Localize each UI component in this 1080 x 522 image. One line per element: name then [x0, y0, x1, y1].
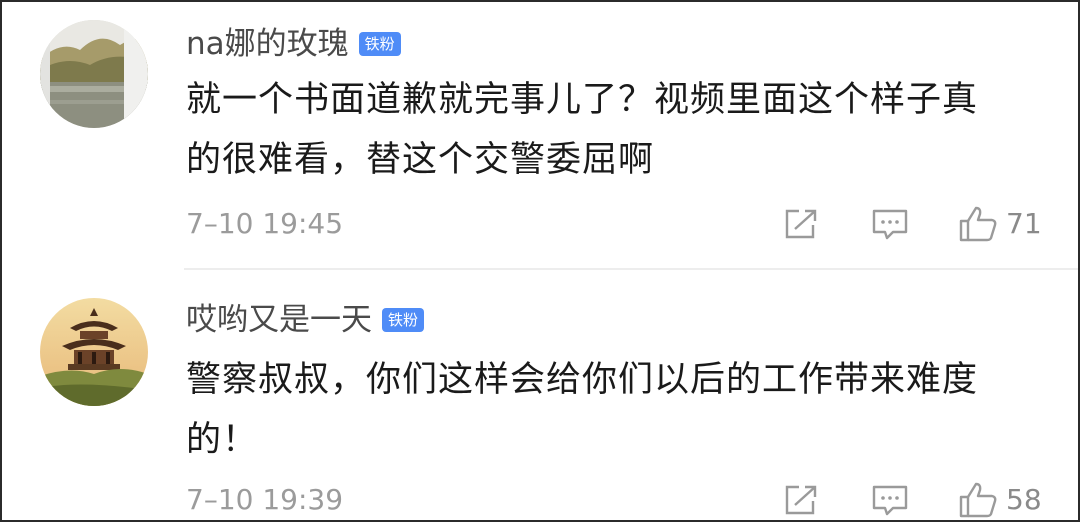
thumbs-up-icon [959, 206, 997, 242]
comment-list: na娜的玫瑰 铁粉 就一个书面道歉就完事儿了？视频里面这个样子真 的很难看，替这… [0, 0, 1080, 522]
share-icon [785, 485, 817, 515]
comment-text-line: 就一个书面道歉就完事儿了？视频里面这个样子真 [186, 80, 979, 120]
comment-header: na娜的玫瑰 铁粉 [186, 24, 401, 64]
comment-item: 哎哟又是一天 铁粉 警察叔叔，你们这样会给你们以后的工作带来难度 的！ 7–10… [2, 270, 1078, 522]
reply-button[interactable] [866, 202, 914, 246]
like-button[interactable] [954, 478, 1002, 522]
timestamp: 7–10 19:39 [186, 483, 344, 516]
fan-badge: 铁粉 [382, 308, 425, 332]
comment-header: 哎哟又是一天 铁粉 [186, 300, 425, 340]
comment-text-line: 的很难看，替这个交警委屈啊 [186, 140, 655, 180]
fan-badge: 铁粉 [358, 32, 401, 56]
comment-icon [872, 209, 908, 240]
reply-button[interactable] [866, 478, 914, 522]
like-count: 71 [1006, 207, 1042, 240]
username[interactable]: na娜的玫瑰 [186, 24, 349, 64]
comment-text: 警察叔叔，你们这样会给你们以后的工作带来难度 的！ [186, 350, 1056, 470]
pavilion-avatar-image [40, 298, 148, 406]
timestamp: 7–10 19:45 [186, 207, 344, 240]
share-icon [785, 209, 817, 239]
comment-item: na娜的玫瑰 铁粉 就一个书面道歉就完事儿了？视频里面这个样子真 的很难看，替这… [2, 2, 1078, 268]
comment-text-line: 的！ [186, 420, 259, 460]
like-count: 58 [1006, 483, 1042, 516]
thumbs-up-icon [959, 482, 997, 518]
username[interactable]: 哎哟又是一天 [186, 300, 372, 340]
comment-icon [872, 485, 908, 516]
landscape-avatar-image [40, 20, 148, 128]
comment-text-line: 警察叔叔，你们这样会给你们以后的工作带来难度 [186, 360, 979, 400]
like-button[interactable] [954, 202, 1002, 246]
share-button[interactable] [778, 202, 826, 246]
comment-text: 就一个书面道歉就完事儿了？视频里面这个样子真 的很难看，替这个交警委屈啊 [186, 70, 1056, 190]
comment-actions: 58 [772, 478, 1062, 522]
comment-actions: 71 [772, 202, 1062, 246]
avatar[interactable] [40, 298, 148, 406]
share-button[interactable] [778, 478, 826, 522]
avatar[interactable] [40, 20, 148, 128]
